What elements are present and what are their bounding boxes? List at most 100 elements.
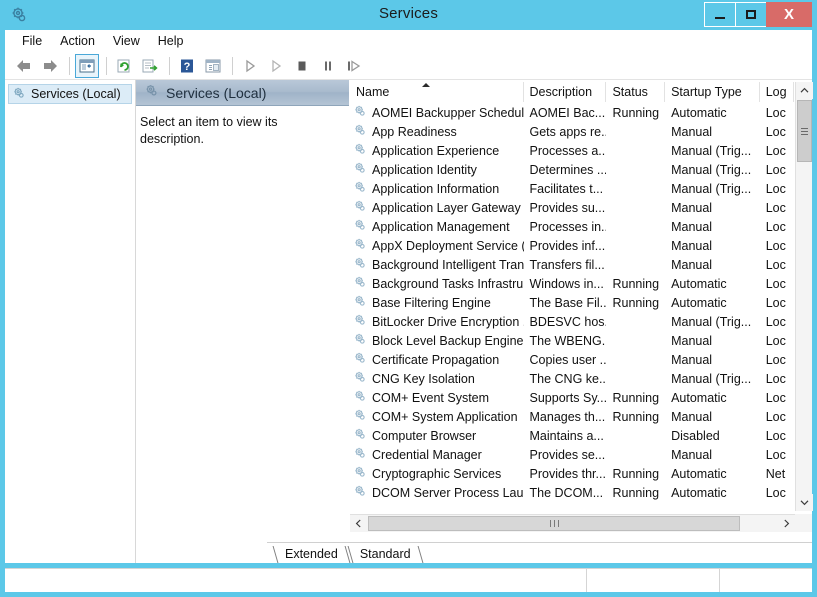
back-arrow-icon[interactable] [12, 54, 36, 78]
tab-standard-label: Standard [360, 547, 411, 561]
cell-status: Running [606, 277, 665, 291]
table-row[interactable]: AOMEI Backupper Schedule...AOMEI Bac...R… [350, 103, 794, 122]
cell-description: Determines ... [524, 163, 607, 177]
cell-description: Copies user ... [524, 353, 607, 367]
cell-description: Provides thr... [524, 467, 607, 481]
service-name-label: Application Experience [372, 144, 499, 158]
cell-startup-type: Automatic [665, 106, 760, 120]
column-header-log-on-as[interactable]: Log [760, 82, 794, 102]
cell-description: Provides su... [524, 201, 607, 215]
start-service-icon[interactable] [238, 54, 262, 78]
services-gear-icon [144, 83, 159, 103]
horizontal-scroll-thumb[interactable] [368, 516, 740, 531]
menu-action[interactable]: Action [51, 32, 104, 50]
column-header-description[interactable]: Description [524, 82, 607, 102]
resume-service-icon[interactable] [264, 54, 288, 78]
horizontal-scrollbar[interactable] [350, 514, 795, 532]
pause-service-icon[interactable] [316, 54, 340, 78]
scroll-up-icon[interactable] [796, 82, 813, 99]
table-row[interactable]: Credential ManagerProvides se...ManualLo… [350, 445, 794, 464]
help-icon[interactable]: ? [175, 54, 199, 78]
menu-view[interactable]: View [104, 32, 149, 50]
cell-startup-type: Manual [665, 239, 760, 253]
vertical-scrollbar[interactable] [795, 82, 812, 511]
minimize-button[interactable] [704, 2, 736, 27]
sidebar-item-services-local[interactable]: Services (Local) [8, 84, 132, 104]
service-gear-icon [353, 199, 367, 216]
table-row[interactable]: CNG Key IsolationThe CNG ke...Manual (Tr… [350, 369, 794, 388]
show-hide-console-tree-icon[interactable] [75, 54, 99, 78]
table-row[interactable]: AppX Deployment Service (...Provides inf… [350, 236, 794, 255]
table-row[interactable]: Application Layer Gateway ...Provides su… [350, 198, 794, 217]
table-row[interactable]: Background Intelligent Tran...Transfers … [350, 255, 794, 274]
status-bar-pane-1 [5, 569, 587, 592]
scroll-down-icon[interactable] [796, 494, 813, 511]
cell-log-on-as: Loc [760, 201, 794, 215]
service-name-label: AOMEI Backupper Schedule... [372, 106, 524, 120]
cell-log-on-as: Loc [760, 486, 794, 500]
cell-startup-type: Automatic [665, 486, 760, 500]
cell-log-on-as: Loc [760, 334, 794, 348]
menu-file[interactable]: File [13, 32, 51, 50]
maximize-icon [746, 10, 756, 19]
services-gear-icon [12, 86, 26, 103]
restart-service-icon[interactable] [342, 54, 366, 78]
sidebar-item-label: Services (Local) [31, 87, 121, 101]
service-name-label: Block Level Backup Engine ... [372, 334, 524, 348]
column-header-name-label: Name [356, 85, 389, 99]
cell-service-name: Block Level Backup Engine ... [350, 332, 524, 349]
service-gear-icon [353, 484, 367, 501]
cell-service-name: COM+ System Application [350, 408, 524, 425]
service-name-label: Application Layer Gateway ... [372, 201, 524, 215]
service-gear-icon [353, 389, 367, 406]
vertical-scroll-thumb[interactable] [797, 100, 812, 162]
table-row[interactable]: App ReadinessGets apps re...ManualLoc [350, 122, 794, 141]
table-row[interactable]: BitLocker Drive Encryption ...BDESVC hos… [350, 312, 794, 331]
cell-description: Supports Sy... [524, 391, 607, 405]
cell-startup-type: Manual (Trig... [665, 144, 760, 158]
column-header-name[interactable]: Name [350, 82, 524, 102]
table-row[interactable]: Application IdentityDetermines ...Manual… [350, 160, 794, 179]
cell-description: The Base Fil... [524, 296, 607, 310]
table-row[interactable]: Certificate PropagationCopies user ...Ma… [350, 350, 794, 369]
scroll-left-icon[interactable] [350, 515, 367, 532]
maximize-button[interactable] [735, 2, 767, 27]
tab-extended[interactable]: Extended [271, 544, 350, 563]
cell-service-name: Background Intelligent Tran... [350, 256, 524, 273]
table-row[interactable]: Computer BrowserMaintains a...DisabledLo… [350, 426, 794, 445]
stop-service-icon[interactable] [290, 54, 314, 78]
cell-log-on-as: Loc [760, 448, 794, 462]
table-row[interactable]: COM+ Event SystemSupports Sy...RunningAu… [350, 388, 794, 407]
table-row[interactable]: Cryptographic ServicesProvides thr...Run… [350, 464, 794, 483]
properties-icon[interactable] [201, 54, 225, 78]
table-row[interactable]: Application ManagementProcesses in...Man… [350, 217, 794, 236]
menu-help[interactable]: Help [149, 32, 193, 50]
window-controls: X [705, 2, 812, 27]
cell-log-on-as: Loc [760, 429, 794, 443]
table-row[interactable]: Base Filtering EngineThe Base Fil...Runn… [350, 293, 794, 312]
table-row[interactable]: COM+ System ApplicationManages th...Runn… [350, 407, 794, 426]
service-name-label: App Readiness [372, 125, 457, 139]
column-header-startup-type[interactable]: Startup Type [665, 82, 760, 102]
service-name-label: Base Filtering Engine [372, 296, 491, 310]
service-name-label: Background Tasks Infrastru... [372, 277, 524, 291]
tab-standard[interactable]: Standard [346, 544, 423, 563]
cell-service-name: COM+ Event System [350, 389, 524, 406]
table-row[interactable]: DCOM Server Process Laun...The DCOM...Ru… [350, 483, 794, 502]
service-gear-icon [353, 332, 367, 349]
close-button[interactable]: X [766, 2, 812, 27]
table-row[interactable]: Background Tasks Infrastru...Windows in.… [350, 274, 794, 293]
export-list-icon[interactable] [138, 54, 162, 78]
column-header-status-label: Status [612, 85, 647, 99]
forward-arrow-icon[interactable] [38, 54, 62, 78]
table-row[interactable]: Application ExperienceProcesses a...Manu… [350, 141, 794, 160]
cell-status: Running [606, 467, 665, 481]
scroll-right-icon[interactable] [778, 515, 795, 532]
table-row[interactable]: Application InformationFacilitates t...M… [350, 179, 794, 198]
column-header-status[interactable]: Status [606, 82, 665, 102]
cell-description: The WBENG... [524, 334, 607, 348]
refresh-icon[interactable] [112, 54, 136, 78]
cell-description: Transfers fil... [524, 258, 607, 272]
service-gear-icon [353, 180, 367, 197]
table-row[interactable]: Block Level Backup Engine ...The WBENG..… [350, 331, 794, 350]
